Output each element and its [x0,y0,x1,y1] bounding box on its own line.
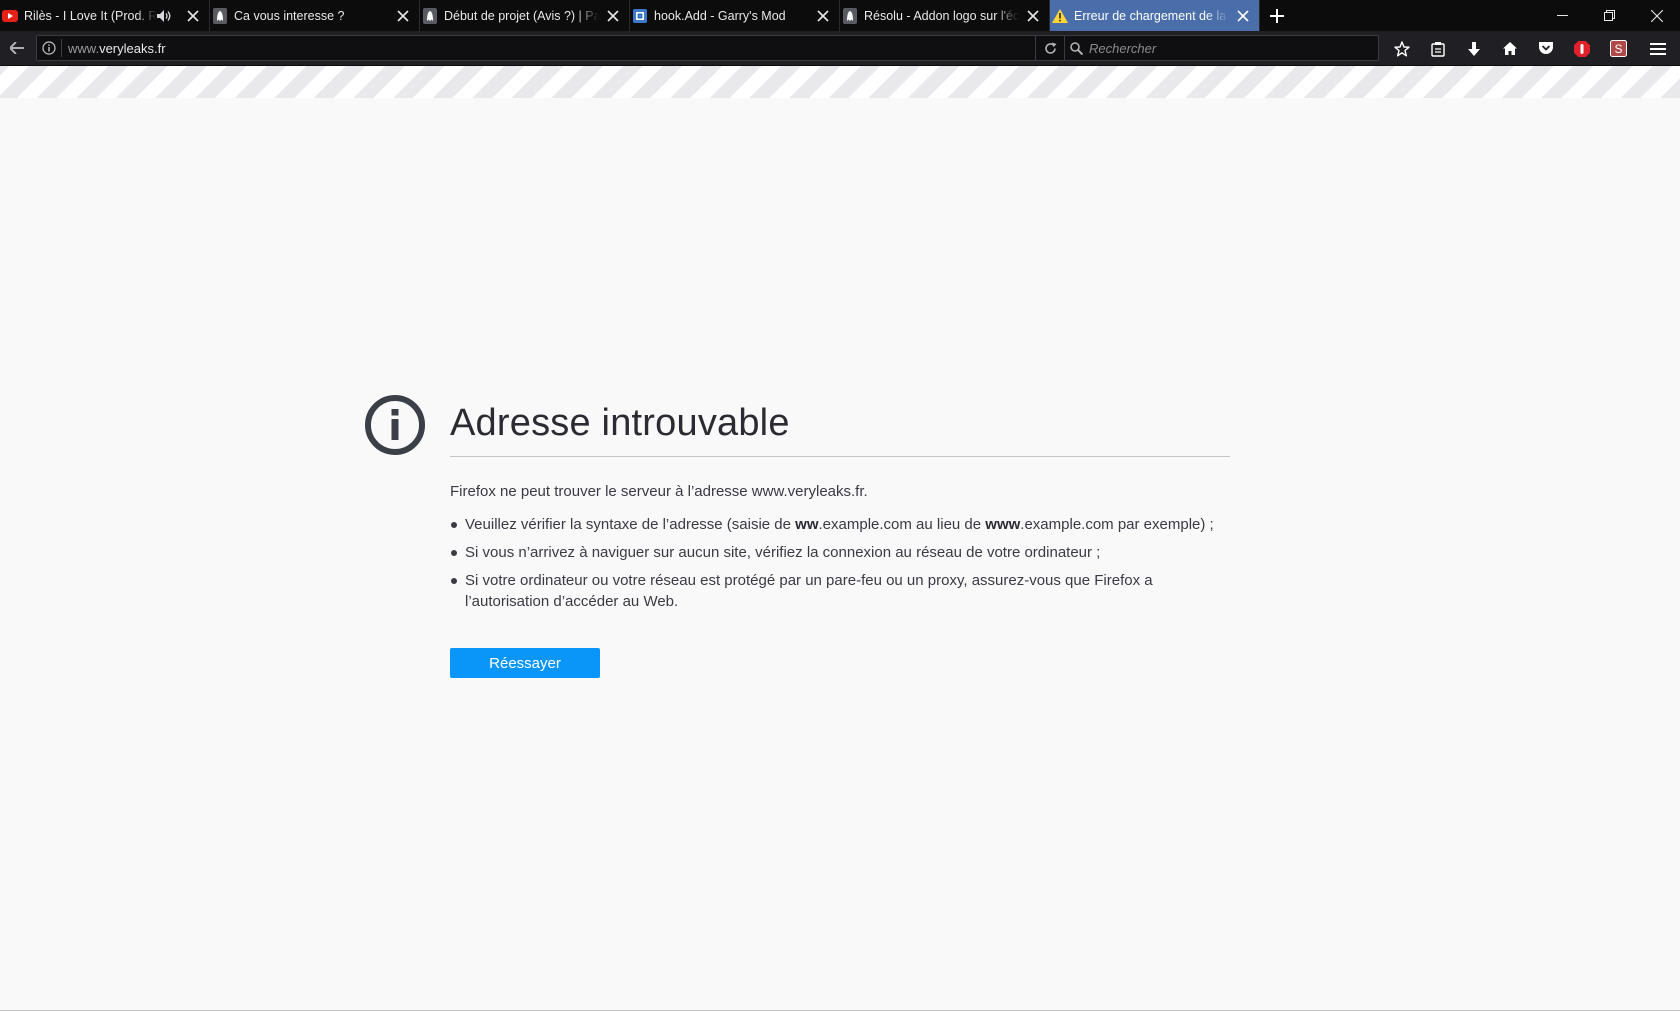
close-window-button[interactable] [1633,0,1680,31]
extension-s-icon: S [1609,40,1627,57]
tab-title: Ca vous interesse ? [234,8,345,23]
new-tab-button[interactable] [1260,0,1294,31]
tab-riles-youtube[interactable]: Rilès - I Love It (Prod. Rilès) [0,0,210,31]
downloads-button[interactable] [1456,34,1492,64]
close-tab-icon[interactable] [395,8,411,24]
tab-title: Rilès - I Love It (Prod. Rilès) [24,8,157,23]
restore-icon [1604,10,1615,21]
pocket-icon [1539,42,1553,54]
suggestion-item: Veuillez vérifier la syntaxe de l’adress… [450,514,1230,535]
url-prefix: www. [68,40,100,56]
bookmarks-list-button[interactable] [1420,34,1456,64]
pocket-button[interactable] [1528,34,1564,64]
suggestion-bold: www [985,516,1021,533]
bookmark-star-button[interactable] [1384,34,1420,64]
suggestion-text: .example.com au lieu de [818,516,986,533]
navigation-toolbar: www.veryleaks.fr S [0,31,1680,66]
home-icon [1503,42,1517,55]
tab-debut-de-projet[interactable]: Début de projet (Avis ?) | Page [420,0,630,31]
tab-hook-add[interactable]: hook.Add - Garry's Mod [630,0,840,31]
tab-title: Résolu - Addon logo sur l'écran [864,8,1019,23]
url-domain: veryleaks.fr [99,40,166,56]
extension-s-button[interactable]: S [1600,34,1636,64]
page-title: Adresse introuvable [450,394,1230,457]
reload-button[interactable] [1035,35,1065,61]
wiki-icon [632,8,648,24]
minimize-icon [1557,15,1568,16]
info-icon [364,394,426,456]
suggestion-item: Si votre ordinateur ou votre réseau est … [450,570,1230,612]
tab-erreur-chargement[interactable]: Erreur de chargement de la page [1050,0,1260,31]
tab-ca-vous-interesse[interactable]: Ca vous interesse ? [210,0,420,31]
retry-button[interactable]: Réessayer [450,648,600,678]
star-icon [1394,40,1410,57]
tab-title: hook.Add - Garry's Mod [654,8,786,23]
search-bar[interactable] [1064,35,1379,61]
search-icon [1065,41,1087,55]
search-input[interactable] [1087,39,1378,57]
tab-title: Erreur de chargement de la page [1074,8,1229,23]
home-button[interactable] [1492,34,1528,64]
tab-strip: Rilès - I Love It (Prod. Rilès) Ca vous … [0,0,1680,31]
restore-button[interactable] [1586,0,1633,31]
toolbar-icons: S [1384,31,1636,66]
adblock-extension-button[interactable] [1564,34,1600,64]
youtube-icon [2,8,18,24]
suggestion-list: Veuillez vérifier la syntaxe de l’adress… [450,514,1230,612]
clipboard-icon [1431,41,1445,57]
suggestion-bold: ww [795,516,819,533]
tab-resolu-addon[interactable]: Résolu - Addon logo sur l'écran [840,0,1050,31]
error-description: Firefox ne peut trouver le serveur à l’a… [450,483,868,500]
minimize-button[interactable] [1539,0,1586,31]
warning-icon [1052,8,1068,24]
hamburger-menu-button[interactable] [1642,34,1674,64]
url-text[interactable]: www.veryleaks.fr [62,41,1035,56]
close-tab-icon[interactable] [605,8,621,24]
speaker-icon[interactable] [157,8,173,24]
svg-text:S: S [1614,42,1622,56]
error-stripe-band [0,66,1680,98]
close-tab-icon[interactable] [815,8,831,24]
forum-ghost-icon [212,7,228,24]
tab-title: Début de projet (Avis ?) | Page [444,8,599,23]
url-bar[interactable]: www.veryleaks.fr [36,35,1066,61]
close-tab-icon[interactable] [1025,8,1041,24]
tabstrip-spacer [1294,0,1539,31]
close-tab-icon[interactable] [185,8,201,24]
close-icon [1650,9,1663,22]
back-button[interactable] [0,34,34,62]
ublock-icon [1574,40,1590,57]
error-body: Adresse introuvable Firefox ne peut trou… [450,394,1230,678]
plus-icon [1270,8,1284,23]
reload-icon [1045,42,1057,54]
suggestion-text: Veuillez vérifier la syntaxe de l’adress… [465,516,796,533]
back-arrow-icon [10,42,24,54]
download-arrow-icon [1468,41,1480,56]
close-tab-icon[interactable] [1235,8,1251,24]
forum-ghost-icon [422,7,438,24]
site-info-icon[interactable] [37,41,61,55]
suggestion-item: Si vous n’arrivez à naviguer sur aucun s… [450,542,1230,563]
forum-ghost-icon [842,7,858,24]
hamburger-icon [1650,43,1666,55]
suggestion-text: .example.com par exemple) ; [1020,516,1214,533]
